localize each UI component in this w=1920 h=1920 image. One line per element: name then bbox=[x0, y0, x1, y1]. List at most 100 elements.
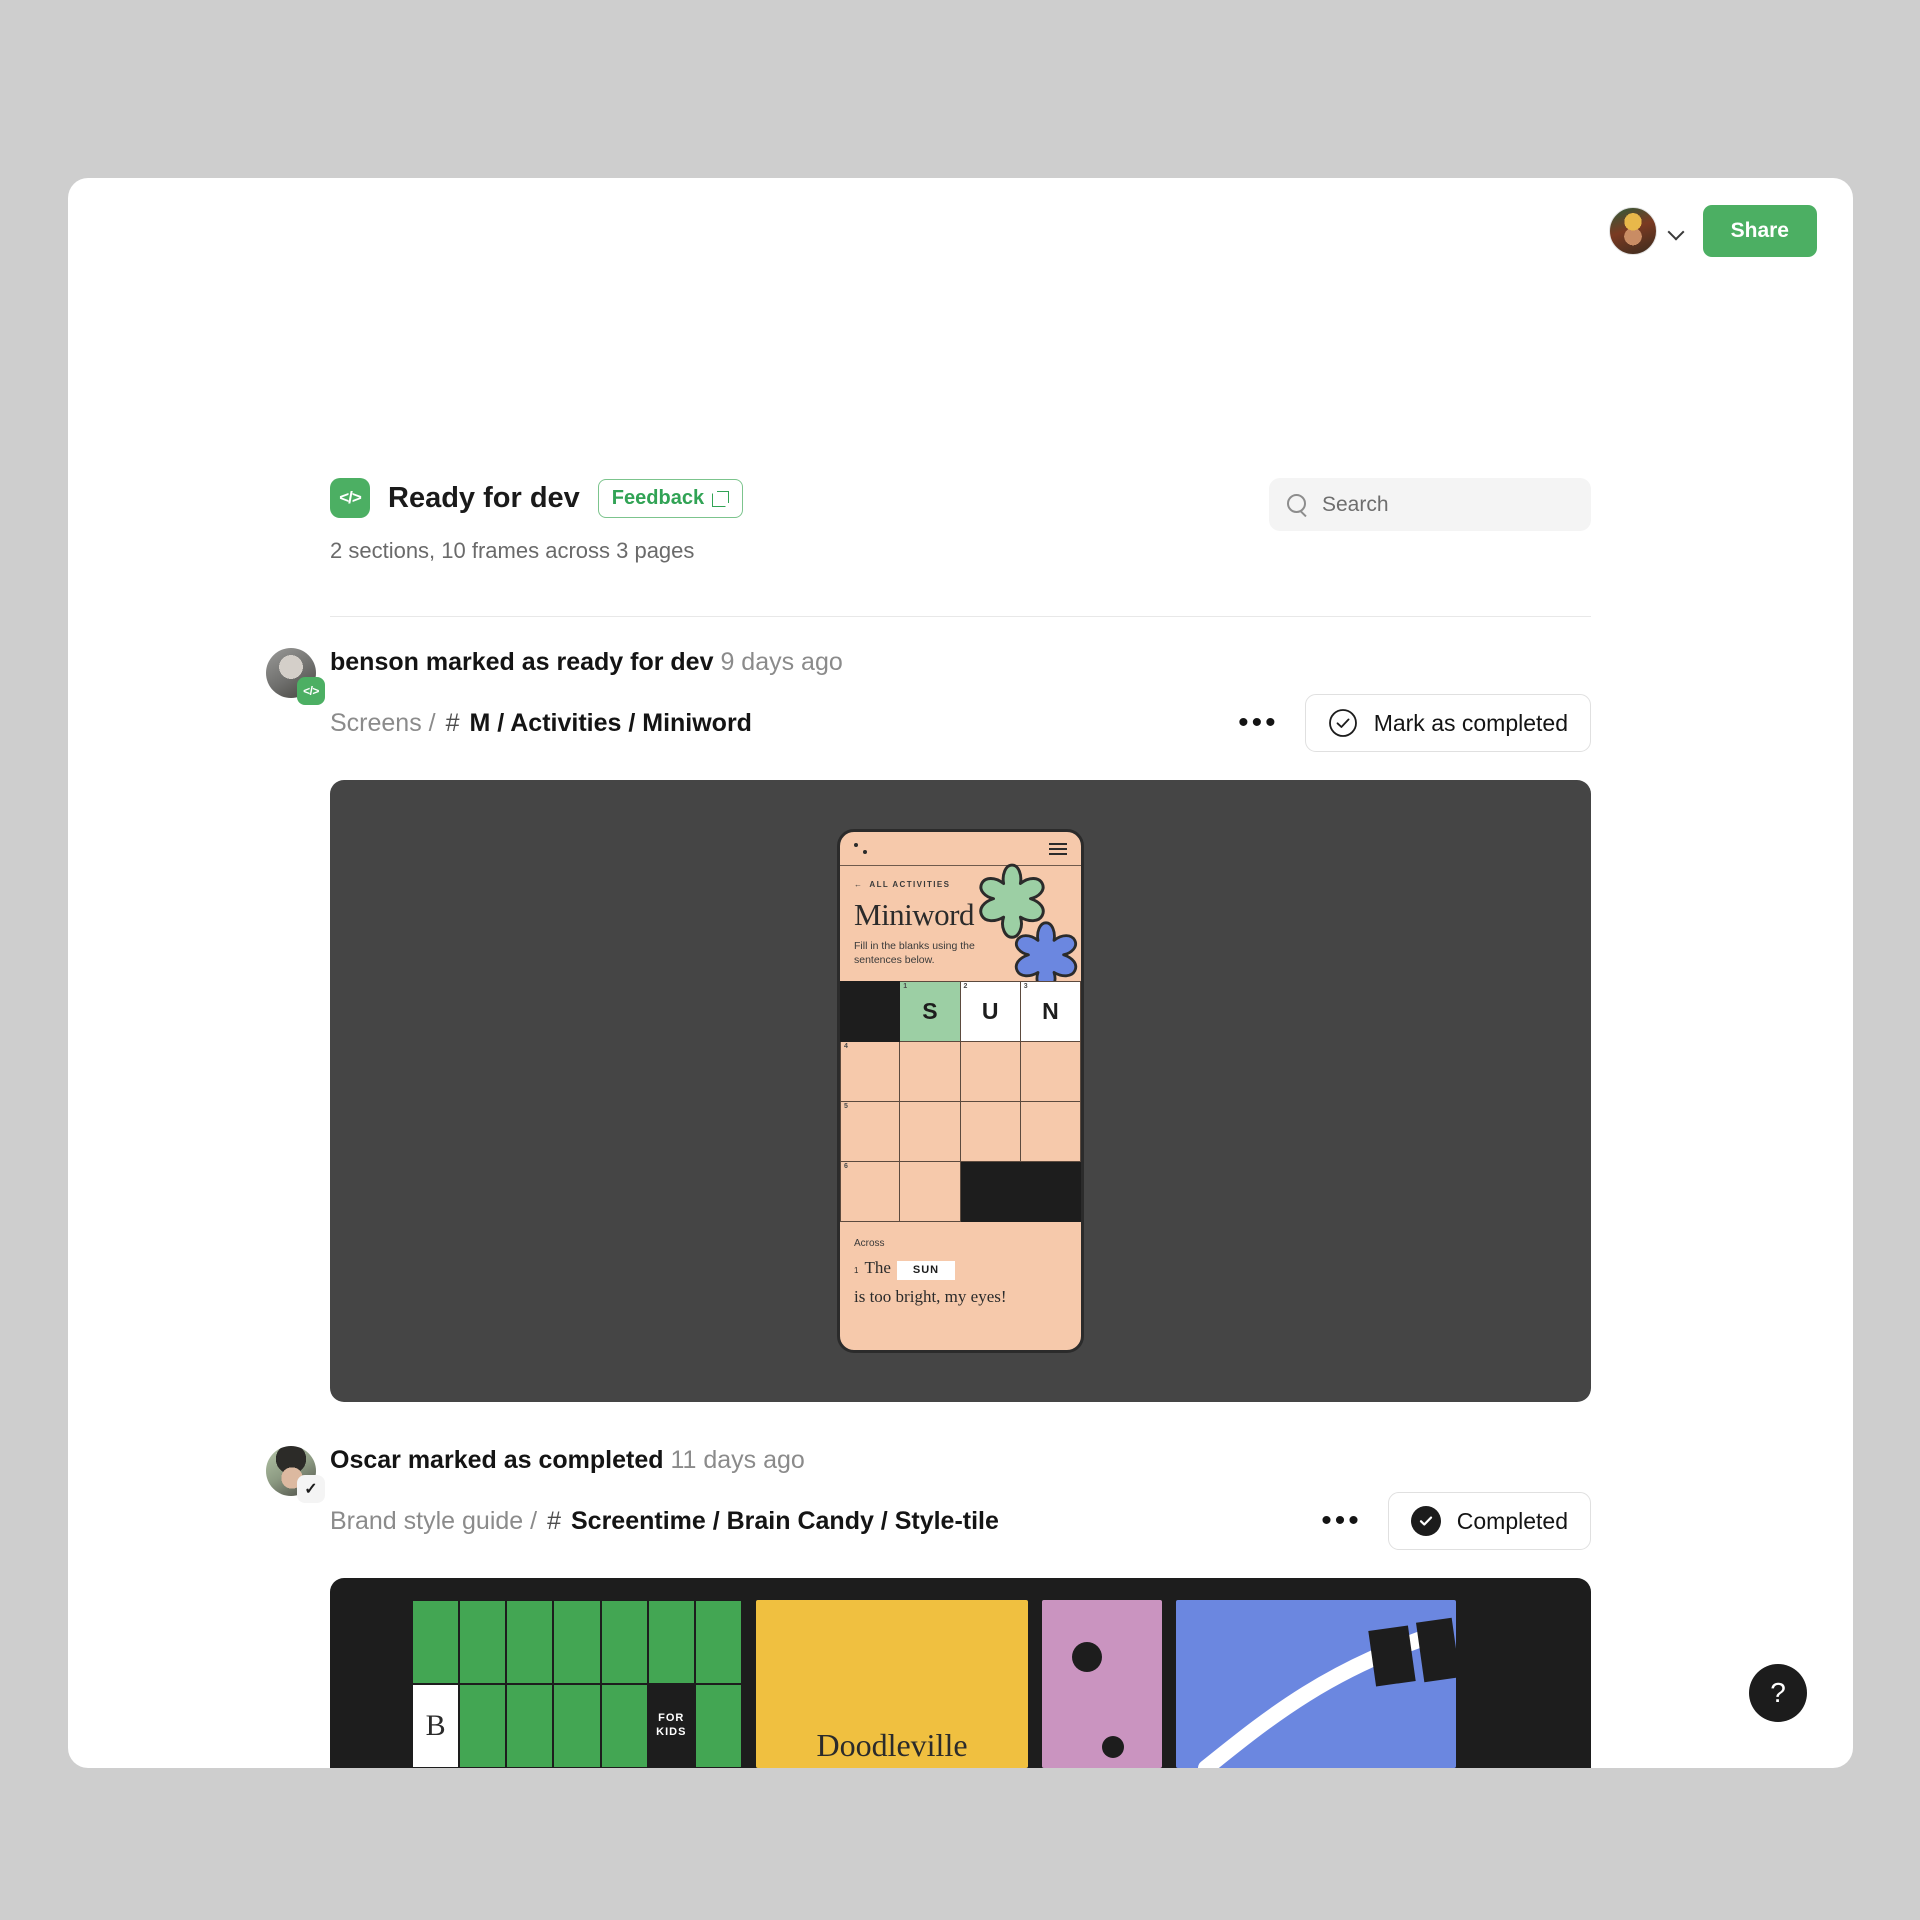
cell-number: 3 bbox=[1023, 983, 1028, 991]
entry-crumb-row: Brand style guide / # Screentime / Brain… bbox=[330, 1492, 1591, 1550]
search-input[interactable] bbox=[1322, 492, 1573, 517]
mark-as-completed-button[interactable]: Mark as completed bbox=[1304, 694, 1591, 752]
code-icon: </> bbox=[330, 478, 370, 518]
clues-heading: Across bbox=[854, 1238, 885, 1250]
crossword-cell bbox=[1020, 1162, 1081, 1223]
breadcrumb-path: Screentime / Brain Candy / Style-tile bbox=[570, 1506, 999, 1535]
crossword-cell[interactable] bbox=[1020, 1041, 1081, 1102]
for-kids-label: FOR KIDS bbox=[656, 1712, 687, 1738]
share-button[interactable]: Share bbox=[1702, 205, 1817, 257]
activity-feed: </> benson marked as ready for dev 9 day… bbox=[68, 648, 1853, 1768]
crossword-cell[interactable] bbox=[1020, 1101, 1081, 1163]
clues-section: Across 1 The SUN is too bright, my eyes! bbox=[840, 1222, 1081, 1309]
pink-dots-tile bbox=[1042, 1600, 1162, 1768]
entry-summary: Oscar marked as completed 11 days ago bbox=[330, 1446, 1591, 1475]
app-window: Share </> Ready for dev Feedback 2 secti… bbox=[68, 178, 1853, 1768]
styletile-grid-cell bbox=[506, 1684, 554, 1768]
crossword-grid[interactable]: 1S2U3N456 bbox=[840, 981, 1081, 1223]
entry-avatar: </> bbox=[266, 648, 325, 705]
crossword-cell bbox=[960, 1162, 1021, 1223]
breadcrumb[interactable]: Screens / # M / Activities / Miniword bbox=[330, 709, 752, 738]
completed-badge-icon: ✓ bbox=[297, 1475, 325, 1503]
clue-text-after: is too bright, my eyes! bbox=[854, 1287, 1007, 1307]
styletile-grid-cell bbox=[553, 1684, 601, 1768]
check-circle-icon bbox=[1328, 709, 1357, 737]
styletile-preview-canvas[interactable]: B FOR KIDS Doodleville bbox=[330, 1578, 1591, 1768]
styletile-grid-cell bbox=[600, 1684, 648, 1768]
clue-number: 1 bbox=[854, 1266, 859, 1276]
breadcrumb[interactable]: Brand style guide / # Screentime / Brain… bbox=[330, 1507, 999, 1536]
styletile-grid-cell: FOR KIDS bbox=[647, 1684, 695, 1768]
entry-crumb-row: Screens / # M / Activities / Miniword ••… bbox=[330, 694, 1591, 752]
green-grid-tile: B FOR KIDS bbox=[412, 1600, 742, 1768]
crossword-cell[interactable]: 4 bbox=[840, 1041, 901, 1102]
frame-preview-canvas[interactable]: ← ALL ACTIVITIES Miniword Fill in the bl… bbox=[330, 780, 1591, 1402]
doodleville-tile: Doodleville bbox=[756, 1600, 1028, 1768]
doodleville-label: Doodleville bbox=[816, 1727, 968, 1763]
styletile-grid-cell bbox=[459, 1684, 507, 1768]
chevron-down-icon[interactable] bbox=[1667, 222, 1685, 240]
entry-time: 9 days ago bbox=[720, 648, 843, 676]
more-options-icon[interactable]: ••• bbox=[1315, 1506, 1368, 1536]
crossword-cell[interactable] bbox=[960, 1101, 1021, 1163]
entry-summary: benson marked as ready for dev 9 days ag… bbox=[330, 648, 1591, 677]
status-label: Mark as completed bbox=[1373, 709, 1568, 736]
entry-avatar: ✓ bbox=[266, 1446, 325, 1503]
help-button[interactable]: ? bbox=[1749, 1664, 1807, 1722]
styletile-grid-cell bbox=[459, 1600, 507, 1684]
feedback-button[interactable]: Feedback bbox=[597, 478, 744, 518]
crossword-cell[interactable]: 1S bbox=[900, 981, 961, 1042]
crossword-cell[interactable]: 5 bbox=[840, 1101, 901, 1163]
more-options-icon[interactable]: ••• bbox=[1232, 708, 1285, 738]
hash-icon: # bbox=[547, 1506, 561, 1535]
activity-entry: ✓ Oscar marked as completed 11 days ago … bbox=[68, 1446, 1853, 1768]
cell-number: 2 bbox=[963, 983, 968, 991]
styletile-grid-cell bbox=[553, 1600, 601, 1684]
entry-actor: Oscar marked as completed bbox=[330, 1446, 664, 1474]
styletile-grid-cell bbox=[412, 1600, 460, 1684]
crossword-cell[interactable] bbox=[900, 1041, 961, 1102]
cell-number: 5 bbox=[844, 1102, 848, 1110]
page-title: Ready for dev bbox=[388, 481, 580, 514]
styletile-grid-cell bbox=[647, 1600, 695, 1684]
signal-dots-icon bbox=[854, 842, 874, 856]
search-box[interactable] bbox=[1269, 478, 1591, 531]
top-bar: Share bbox=[68, 178, 1853, 284]
crossword-cell[interactable]: 2U bbox=[960, 981, 1021, 1042]
account-menu[interactable] bbox=[1608, 207, 1685, 255]
blue-swoosh-tile bbox=[1176, 1600, 1456, 1768]
entry-actor: benson marked as ready for dev bbox=[330, 648, 714, 676]
clue-item: 1 The SUN is too bright, my eyes! bbox=[854, 1257, 1067, 1309]
cell-number: 6 bbox=[844, 1163, 848, 1171]
check-circle-filled-icon bbox=[1410, 1506, 1441, 1536]
activity-entry: </> benson marked as ready for dev 9 day… bbox=[68, 648, 1853, 1402]
completed-status-button[interactable]: Completed bbox=[1387, 1492, 1591, 1550]
cell-letter: U bbox=[981, 997, 999, 1024]
header-divider bbox=[330, 616, 1591, 617]
miniword-phone-mock: ← ALL ACTIVITIES Miniword Fill in the bl… bbox=[837, 829, 1084, 1353]
styletile-grid-cell bbox=[506, 1600, 554, 1684]
ready-for-dev-badge-icon: </> bbox=[297, 677, 325, 705]
entry-actions: ••• Mark as completed bbox=[1232, 694, 1591, 752]
arrow-left-icon: ← bbox=[854, 880, 864, 889]
crossword-cell[interactable]: 3N bbox=[1020, 981, 1081, 1042]
cell-letter: S bbox=[922, 997, 938, 1024]
crossword-cell[interactable] bbox=[960, 1041, 1021, 1102]
crossword-cell bbox=[840, 981, 901, 1042]
feedback-label: Feedback bbox=[611, 486, 705, 509]
crossword-cell[interactable] bbox=[900, 1162, 961, 1223]
clue-text-before: The bbox=[864, 1258, 891, 1278]
entry-actions: ••• Completed bbox=[1315, 1492, 1591, 1550]
page-subtitle: 2 sections, 10 frames across 3 pages bbox=[330, 538, 695, 563]
avatar[interactable] bbox=[1608, 207, 1657, 255]
cell-number: 1 bbox=[903, 983, 908, 991]
styletile-grid-cell: B bbox=[412, 1684, 460, 1768]
styletile-grid-cell bbox=[694, 1600, 742, 1684]
breadcrumb-prefix: Screens / bbox=[330, 708, 436, 737]
styletile-grid-cell bbox=[600, 1600, 648, 1684]
hamburger-menu-icon[interactable] bbox=[1049, 842, 1067, 855]
search-icon bbox=[1287, 494, 1308, 515]
crossword-cell[interactable]: 6 bbox=[840, 1162, 901, 1223]
crossword-cell[interactable] bbox=[900, 1101, 961, 1163]
external-link-icon bbox=[712, 490, 730, 507]
